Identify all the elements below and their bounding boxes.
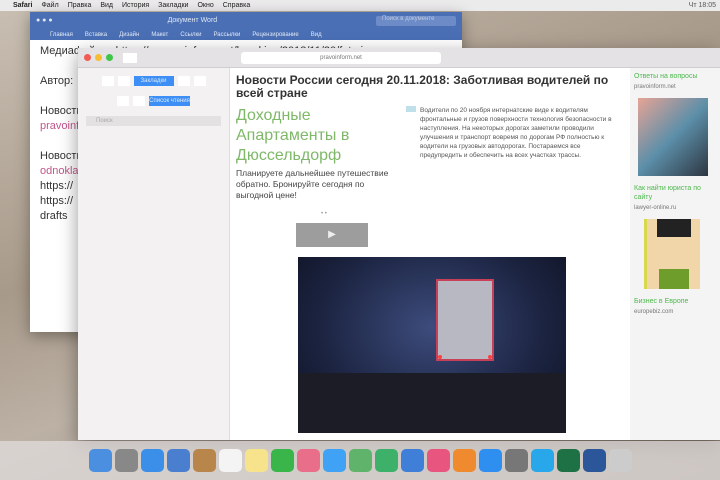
mail-icon[interactable] xyxy=(166,449,190,472)
tab-home[interactable]: Главная xyxy=(50,32,73,38)
notes-icon[interactable] xyxy=(244,449,268,472)
keynote-icon[interactable] xyxy=(400,449,424,472)
word-titlebar: ● ● ● Документ Word Поиск в документе xyxy=(30,12,462,29)
right-ad-title[interactable]: Как найти юриста по сайту xyxy=(634,184,716,202)
tab-mailings[interactable]: Рассылки xyxy=(213,32,240,38)
close-button[interactable] xyxy=(84,54,91,61)
menu-file[interactable]: Файл xyxy=(41,2,58,9)
dock xyxy=(0,441,720,480)
article-photo-truck[interactable] xyxy=(298,257,566,433)
address-bar[interactable]: pravoinform.net xyxy=(241,51,441,64)
tab-review[interactable]: Рецензирование xyxy=(252,32,298,38)
word-ribbon-tabs: Главная Вставка Дизайн Макет Ссылки Расс… xyxy=(30,29,462,40)
safari-sidebar: Закладки Список чтения Поиск xyxy=(78,68,230,440)
zoom-button[interactable] xyxy=(106,54,113,61)
ad-text: Планируете дальнейшее путешествие обратн… xyxy=(236,168,389,200)
right-ad-source: europebiz.com xyxy=(634,309,674,315)
word-search-input[interactable]: Поиск в документе xyxy=(376,15,456,26)
segment-bookmarks[interactable]: Закладки xyxy=(133,76,174,86)
tab-view[interactable]: Вид xyxy=(311,32,322,38)
ad-block[interactable]: Доходные Апартаменты в Дюссельдорф Плани… xyxy=(236,106,396,201)
tab-layout[interactable]: Макет xyxy=(151,32,168,38)
menu-safari[interactable]: Safari xyxy=(13,2,32,9)
tail-light xyxy=(488,355,492,359)
segment-5[interactable] xyxy=(193,76,206,86)
messages-icon[interactable] xyxy=(322,449,346,472)
word-title: Документ Word xyxy=(167,17,218,24)
right-ad-title[interactable]: Бизнес в Европе xyxy=(634,297,716,306)
right-ad-image[interactable] xyxy=(638,98,708,176)
settings-icon[interactable] xyxy=(504,449,528,472)
tab-references[interactable]: Ссылки xyxy=(180,32,201,38)
sidebar-segment-control-2: Список чтения xyxy=(86,96,221,106)
menu-edit[interactable]: Правка xyxy=(68,2,92,9)
menu-bar: Safari Файл Правка Вид История Закладки … xyxy=(0,0,720,11)
sidebar-toggle-icon[interactable] xyxy=(123,52,137,63)
ad-badge-icon xyxy=(406,106,416,112)
right-sidebar-ads: Ответы на вопросы pravoinform.net Как на… xyxy=(630,68,720,440)
menu-history[interactable]: История xyxy=(122,2,149,9)
slider-dots[interactable]: • • xyxy=(321,211,624,217)
segment-1[interactable] xyxy=(101,76,114,86)
truck xyxy=(436,279,494,361)
window-controls[interactable]: ● ● ● xyxy=(36,17,53,24)
finder-icon[interactable] xyxy=(88,449,112,472)
segment-reading-list[interactable]: Список чтения xyxy=(149,96,190,106)
contacts-icon[interactable] xyxy=(192,449,216,472)
road xyxy=(298,373,566,433)
skype-icon[interactable] xyxy=(530,449,554,472)
menu-window[interactable]: Окно xyxy=(197,2,213,9)
play-button[interactable]: ▶ xyxy=(296,223,368,247)
maps-icon[interactable] xyxy=(348,449,372,472)
numbers-icon[interactable] xyxy=(374,449,398,472)
tail-light xyxy=(438,355,442,359)
article-text: Водители по 20 ноября интернатские виде … xyxy=(420,107,612,159)
word-icon[interactable] xyxy=(582,449,606,472)
sidebar-segment-control: Закладки xyxy=(86,76,221,86)
calendar-icon[interactable] xyxy=(218,449,242,472)
minimize-button[interactable] xyxy=(95,54,102,61)
books-icon[interactable] xyxy=(452,449,476,472)
article-body: Водители по 20 ноября интернатские виде … xyxy=(406,106,624,201)
segment-2[interactable] xyxy=(117,76,130,86)
tab-insert[interactable]: Вставка xyxy=(85,32,107,38)
sidebar-search-input[interactable]: Поиск xyxy=(86,116,221,126)
right-ad-source: lawyer-online.ru xyxy=(634,205,677,211)
app-store-icon[interactable] xyxy=(478,449,502,472)
launchpad-icon[interactable] xyxy=(114,449,138,472)
ad-title[interactable]: Доходные Апартаменты в Дюссельдорф xyxy=(236,106,396,166)
photos-icon[interactable] xyxy=(296,449,320,472)
safari-window: pravoinform.net Закладки Список чтения П… xyxy=(78,48,720,440)
safari-toolbar: pravoinform.net xyxy=(78,48,720,68)
itunes-icon[interactable] xyxy=(426,449,450,472)
page-content: Новости России сегодня 20.11.2018: Забот… xyxy=(230,68,630,440)
excel-icon[interactable] xyxy=(556,449,580,472)
article-headline[interactable]: Новости России сегодня 20.11.2018: Забот… xyxy=(236,74,624,100)
right-ad-title[interactable]: Ответы на вопросы xyxy=(634,72,716,81)
cartoon-avatar-image[interactable] xyxy=(644,219,700,289)
segment-a[interactable] xyxy=(117,96,130,106)
trash-icon[interactable] xyxy=(608,449,632,472)
segment-b[interactable] xyxy=(133,96,146,106)
tab-design[interactable]: Дизайн xyxy=(119,32,139,38)
segment-4[interactable] xyxy=(177,76,190,86)
facetime-icon[interactable] xyxy=(270,449,294,472)
menu-bookmarks[interactable]: Закладки xyxy=(158,2,188,9)
menu-view[interactable]: Вид xyxy=(100,2,113,9)
safari-icon[interactable] xyxy=(140,449,164,472)
clock[interactable]: Чт 18:05 xyxy=(689,2,716,9)
right-ad-source: pravoinform.net xyxy=(634,84,676,90)
menu-help[interactable]: Справка xyxy=(223,2,250,9)
